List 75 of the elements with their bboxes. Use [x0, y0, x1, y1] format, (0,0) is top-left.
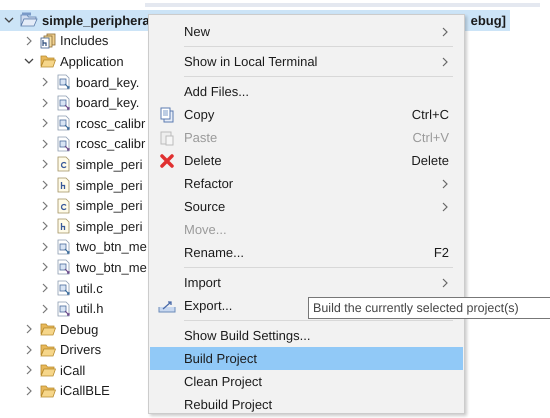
menu-item[interactable]: Clean Project: [150, 370, 463, 393]
chevron-right-icon[interactable]: [40, 138, 50, 149]
file-icon: [56, 94, 72, 111]
project-name: ebug]: [470, 12, 506, 28]
tooltip: Build the currently selected project(s): [308, 297, 550, 319]
chevron-right-icon[interactable]: [40, 180, 50, 190]
file-icon: [56, 300, 72, 317]
chevron-down-icon[interactable]: [24, 56, 34, 66]
tree-item[interactable]: two_btn_me: [76, 239, 147, 254]
chevron-right-icon[interactable]: [24, 386, 34, 396]
chevron-right-icon[interactable]: [24, 36, 34, 46]
chevron-right-icon[interactable]: [40, 262, 50, 272]
menu-item[interactable]: New: [150, 20, 463, 43]
tree-item[interactable]: board_key.: [76, 95, 140, 110]
menu-item[interactable]: Show Build Settings...: [150, 324, 463, 347]
tree-item[interactable]: rcosc_calibr: [76, 116, 146, 131]
tree-item[interactable]: util.h: [76, 301, 104, 316]
menu-item[interactable]: Import: [150, 271, 463, 294]
paste-icon: [159, 130, 175, 146]
folder-icon: [40, 322, 56, 336]
library-icon: [40, 32, 56, 49]
tree-item[interactable]: Application: [60, 54, 124, 69]
menu-item[interactable]: Add Files...: [150, 80, 463, 103]
tree-item[interactable]: Includes: [60, 33, 108, 48]
file-icon: [56, 198, 72, 214]
chevron-right-icon[interactable]: [40, 118, 50, 128]
chevron-right-icon[interactable]: [40, 159, 50, 170]
chevron-down-icon[interactable]: [4, 15, 14, 26]
tree-item[interactable]: two_btn_me: [76, 260, 147, 275]
tree-item[interactable]: rcosc_calibr: [76, 136, 146, 152]
menu-item[interactable]: Source: [150, 195, 463, 218]
tree-item[interactable]: Debug: [60, 322, 98, 337]
chevron-right-icon[interactable]: [40, 77, 50, 88]
tree-item[interactable]: iCallBLE: [60, 383, 110, 398]
menu-item[interactable]: Copy Ctrl+C: [150, 103, 463, 126]
menu-item[interactable]: Build Project: [150, 347, 463, 370]
file-icon: [56, 238, 72, 255]
tree-item[interactable]: simple_peri: [76, 198, 142, 214]
file-icon: [56, 218, 72, 234]
folder-icon: [40, 342, 56, 357]
file-icon: [56, 156, 72, 172]
menu-item[interactable]: Refactor: [150, 172, 463, 195]
file-icon: [56, 177, 72, 194]
delete-icon: [159, 152, 175, 168]
chevron-right-icon[interactable]: [40, 242, 50, 252]
chevron-right-icon[interactable]: [24, 324, 34, 334]
tree-item[interactable]: iCall: [60, 362, 86, 378]
tree-item[interactable]: simple_peri: [76, 178, 142, 193]
tree-item[interactable]: simple_peri: [76, 218, 142, 234]
folder-icon: [40, 363, 56, 378]
chevron-right-icon[interactable]: [40, 283, 50, 294]
folder-icon: [40, 54, 56, 68]
file-icon: [56, 74, 72, 90]
tree-item[interactable]: Drivers: [60, 342, 102, 358]
file-icon: [56, 136, 72, 152]
menu-item[interactable]: Show in Local Terminal: [150, 50, 463, 73]
file-icon: [56, 259, 72, 276]
copy-icon: [159, 106, 175, 122]
tree-item[interactable]: util.c: [76, 280, 103, 296]
chevron-right-icon[interactable]: [24, 365, 34, 376]
file-icon: [56, 115, 72, 132]
chevron-right-icon[interactable]: [24, 344, 34, 355]
menu-item[interactable]: Delete Delete: [150, 149, 463, 172]
menu-item[interactable]: Rebuild Project: [150, 393, 463, 416]
tree-item[interactable]: simple_peri: [76, 156, 142, 172]
project-name: simple_periphera: [42, 12, 150, 28]
tree-item[interactable]: board_key.: [76, 74, 140, 90]
chevron-right-icon[interactable]: [40, 221, 50, 232]
menu-item[interactable]: Rename... F2: [150, 241, 463, 264]
chevron-right-icon[interactable]: [40, 200, 50, 211]
file-icon: [56, 280, 72, 296]
chevron-right-icon[interactable]: [40, 98, 50, 108]
folder-icon: [40, 384, 56, 398]
export-icon: [158, 298, 176, 312]
chevron-right-icon[interactable]: [40, 304, 50, 314]
